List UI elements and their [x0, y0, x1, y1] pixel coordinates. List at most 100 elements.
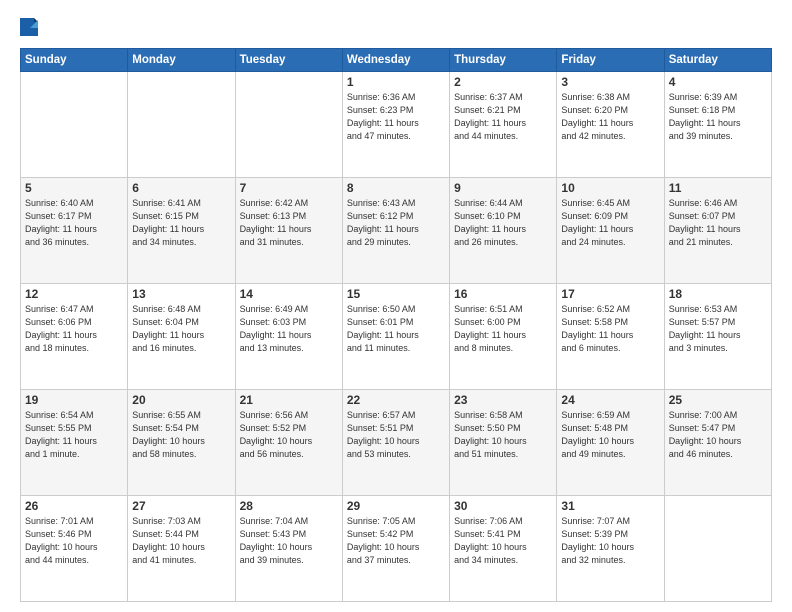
day-number: 21	[240, 393, 338, 407]
calendar-cell: 11 Sunrise: 6:46 AM Sunset: 6:07 PM Dayli…	[664, 178, 771, 284]
calendar-table: SundayMondayTuesdayWednesdayThursdayFrid…	[20, 48, 772, 602]
day-number: 31	[561, 499, 659, 513]
calendar-cell: 18 Sunrise: 6:53 AM Sunset: 5:57 PM Dayli…	[664, 284, 771, 390]
day-number: 18	[669, 287, 767, 301]
day-number: 8	[347, 181, 445, 195]
day-info: Sunrise: 6:44 AM Sunset: 6:10 PM Dayligh…	[454, 197, 552, 249]
day-number: 30	[454, 499, 552, 513]
calendar-cell	[235, 72, 342, 178]
day-info: Sunrise: 6:57 AM Sunset: 5:51 PM Dayligh…	[347, 409, 445, 461]
day-info: Sunrise: 6:48 AM Sunset: 6:04 PM Dayligh…	[132, 303, 230, 355]
day-info: Sunrise: 6:47 AM Sunset: 6:06 PM Dayligh…	[25, 303, 123, 355]
day-info: Sunrise: 6:51 AM Sunset: 6:00 PM Dayligh…	[454, 303, 552, 355]
day-number: 15	[347, 287, 445, 301]
calendar-cell: 20 Sunrise: 6:55 AM Sunset: 5:54 PM Dayli…	[128, 390, 235, 496]
calendar-week-row: 5 Sunrise: 6:40 AM Sunset: 6:17 PM Daylig…	[21, 178, 772, 284]
day-number: 2	[454, 75, 552, 89]
calendar-cell: 17 Sunrise: 6:52 AM Sunset: 5:58 PM Dayli…	[557, 284, 664, 390]
day-info: Sunrise: 6:55 AM Sunset: 5:54 PM Dayligh…	[132, 409, 230, 461]
day-info: Sunrise: 6:39 AM Sunset: 6:18 PM Dayligh…	[669, 91, 767, 143]
calendar-week-row: 12 Sunrise: 6:47 AM Sunset: 6:06 PM Dayli…	[21, 284, 772, 390]
weekday-header: Monday	[128, 49, 235, 72]
header	[20, 18, 772, 40]
calendar-cell: 31 Sunrise: 7:07 AM Sunset: 5:39 PM Dayli…	[557, 496, 664, 602]
day-info: Sunrise: 6:53 AM Sunset: 5:57 PM Dayligh…	[669, 303, 767, 355]
calendar-week-row: 19Sunrise: 6:54 AM Sunset: 5:55 PM Dayli…	[21, 390, 772, 496]
day-info: Sunrise: 6:37 AM Sunset: 6:21 PM Dayligh…	[454, 91, 552, 143]
day-number: 29	[347, 499, 445, 513]
weekday-header: Thursday	[450, 49, 557, 72]
day-info: Sunrise: 6:50 AM Sunset: 6:01 PM Dayligh…	[347, 303, 445, 355]
day-number: 9	[454, 181, 552, 195]
weekday-header: Sunday	[21, 49, 128, 72]
day-number: 4	[669, 75, 767, 89]
calendar-cell: 4 Sunrise: 6:39 AM Sunset: 6:18 PM Daylig…	[664, 72, 771, 178]
day-number: 17	[561, 287, 659, 301]
calendar-week-row: 26 Sunrise: 7:01 AM Sunset: 5:46 PM Dayli…	[21, 496, 772, 602]
calendar-cell: 16 Sunrise: 6:51 AM Sunset: 6:00 PM Dayli…	[450, 284, 557, 390]
day-number: 11	[669, 181, 767, 195]
day-number: 22	[347, 393, 445, 407]
day-info: Sunrise: 7:05 AM Sunset: 5:42 PM Dayligh…	[347, 515, 445, 567]
day-info: Sunrise: 6:40 AM Sunset: 6:17 PM Dayligh…	[25, 197, 123, 249]
calendar-cell: 2 Sunrise: 6:37 AM Sunset: 6:21 PM Daylig…	[450, 72, 557, 178]
day-info: Sunrise: 6:56 AM Sunset: 5:52 PM Dayligh…	[240, 409, 338, 461]
calendar-cell: 19Sunrise: 6:54 AM Sunset: 5:55 PM Dayli…	[21, 390, 128, 496]
calendar-week-row: 1Sunrise: 6:36 AM Sunset: 6:23 PM Daylig…	[21, 72, 772, 178]
day-info: Sunrise: 7:06 AM Sunset: 5:41 PM Dayligh…	[454, 515, 552, 567]
weekday-header: Saturday	[664, 49, 771, 72]
day-info: Sunrise: 6:52 AM Sunset: 5:58 PM Dayligh…	[561, 303, 659, 355]
day-info: Sunrise: 6:49 AM Sunset: 6:03 PM Dayligh…	[240, 303, 338, 355]
calendar-cell	[664, 496, 771, 602]
day-number: 6	[132, 181, 230, 195]
calendar-cell: 1Sunrise: 6:36 AM Sunset: 6:23 PM Daylig…	[342, 72, 449, 178]
day-number: 25	[669, 393, 767, 407]
day-info: Sunrise: 6:43 AM Sunset: 6:12 PM Dayligh…	[347, 197, 445, 249]
weekday-row: SundayMondayTuesdayWednesdayThursdayFrid…	[21, 49, 772, 72]
day-number: 24	[561, 393, 659, 407]
day-number: 10	[561, 181, 659, 195]
day-number: 7	[240, 181, 338, 195]
day-number: 14	[240, 287, 338, 301]
day-number: 27	[132, 499, 230, 513]
calendar-cell	[21, 72, 128, 178]
day-number: 5	[25, 181, 123, 195]
calendar-body: 1Sunrise: 6:36 AM Sunset: 6:23 PM Daylig…	[21, 72, 772, 602]
calendar-cell: 9 Sunrise: 6:44 AM Sunset: 6:10 PM Daylig…	[450, 178, 557, 284]
day-info: Sunrise: 7:04 AM Sunset: 5:43 PM Dayligh…	[240, 515, 338, 567]
day-number: 26	[25, 499, 123, 513]
calendar-cell: 21 Sunrise: 6:56 AM Sunset: 5:52 PM Dayli…	[235, 390, 342, 496]
calendar-cell	[128, 72, 235, 178]
day-info: Sunrise: 6:46 AM Sunset: 6:07 PM Dayligh…	[669, 197, 767, 249]
weekday-header: Friday	[557, 49, 664, 72]
day-number: 12	[25, 287, 123, 301]
logo	[20, 18, 42, 40]
calendar-cell: 12 Sunrise: 6:47 AM Sunset: 6:06 PM Dayli…	[21, 284, 128, 390]
day-info: Sunrise: 7:01 AM Sunset: 5:46 PM Dayligh…	[25, 515, 123, 567]
calendar-cell: 13Sunrise: 6:48 AM Sunset: 6:04 PM Dayli…	[128, 284, 235, 390]
day-info: Sunrise: 6:38 AM Sunset: 6:20 PM Dayligh…	[561, 91, 659, 143]
calendar-cell: 30 Sunrise: 7:06 AM Sunset: 5:41 PM Dayli…	[450, 496, 557, 602]
calendar-header: SundayMondayTuesdayWednesdayThursdayFrid…	[21, 49, 772, 72]
calendar-cell: 14 Sunrise: 6:49 AM Sunset: 6:03 PM Dayli…	[235, 284, 342, 390]
day-info: Sunrise: 6:41 AM Sunset: 6:15 PM Dayligh…	[132, 197, 230, 249]
calendar-cell: 5 Sunrise: 6:40 AM Sunset: 6:17 PM Daylig…	[21, 178, 128, 284]
calendar-cell: 24 Sunrise: 6:59 AM Sunset: 5:48 PM Dayli…	[557, 390, 664, 496]
day-info: Sunrise: 6:42 AM Sunset: 6:13 PM Dayligh…	[240, 197, 338, 249]
calendar-cell: 10 Sunrise: 6:45 AM Sunset: 6:09 PM Dayli…	[557, 178, 664, 284]
day-info: Sunrise: 7:03 AM Sunset: 5:44 PM Dayligh…	[132, 515, 230, 567]
calendar-page: SundayMondayTuesdayWednesdayThursdayFrid…	[0, 0, 792, 612]
calendar-cell: 25Sunrise: 7:00 AM Sunset: 5:47 PM Dayli…	[664, 390, 771, 496]
day-info: Sunrise: 6:45 AM Sunset: 6:09 PM Dayligh…	[561, 197, 659, 249]
day-number: 20	[132, 393, 230, 407]
day-info: Sunrise: 6:59 AM Sunset: 5:48 PM Dayligh…	[561, 409, 659, 461]
calendar-cell: 27 Sunrise: 7:03 AM Sunset: 5:44 PM Dayli…	[128, 496, 235, 602]
day-number: 19	[25, 393, 123, 407]
day-number: 16	[454, 287, 552, 301]
day-info: Sunrise: 6:36 AM Sunset: 6:23 PM Dayligh…	[347, 91, 445, 143]
day-info: Sunrise: 6:58 AM Sunset: 5:50 PM Dayligh…	[454, 409, 552, 461]
day-info: Sunrise: 7:07 AM Sunset: 5:39 PM Dayligh…	[561, 515, 659, 567]
weekday-header: Tuesday	[235, 49, 342, 72]
calendar-cell: 28Sunrise: 7:04 AM Sunset: 5:43 PM Dayli…	[235, 496, 342, 602]
calendar-cell: 29 Sunrise: 7:05 AM Sunset: 5:42 PM Dayli…	[342, 496, 449, 602]
